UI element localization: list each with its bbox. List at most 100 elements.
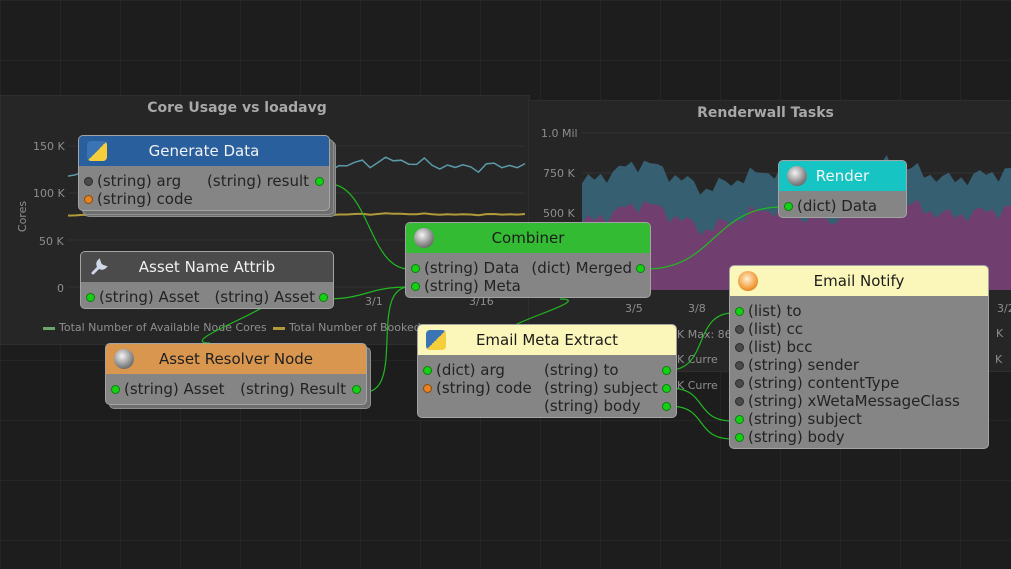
port-row: (string) contentType <box>730 374 988 392</box>
port-row: (string) subject <box>730 410 988 428</box>
sphere-icon <box>787 166 807 186</box>
port-row: (string) Data (dict) Merged <box>406 259 650 277</box>
node-title: Combiner <box>491 229 565 247</box>
port-label: (string) xWetaMessageClass <box>748 392 960 410</box>
output-port[interactable] <box>315 177 324 186</box>
port-label: (string) Asset <box>99 288 200 306</box>
port-label: (string) Result <box>240 380 346 398</box>
port-row: (list) to <box>730 302 988 320</box>
node-header[interactable]: Combiner <box>406 223 650 253</box>
input-port[interactable] <box>735 379 744 388</box>
input-port[interactable] <box>86 293 95 302</box>
port-label: (dict) Merged <box>531 259 632 277</box>
port-label: (string) code <box>97 190 193 208</box>
output-port[interactable] <box>319 293 328 302</box>
port-row: (string) code (string) subject <box>418 379 676 397</box>
port-label: (list) cc <box>748 320 803 338</box>
node-header[interactable]: Generate Data <box>79 136 329 166</box>
port-label: (string) body <box>748 428 845 446</box>
node-header[interactable]: Asset Name Attrib <box>81 252 333 282</box>
input-port[interactable] <box>735 325 744 334</box>
asset-name-attrib-node[interactable]: Asset Name Attrib (string) Asset (string… <box>80 251 334 309</box>
port-row: (string) body <box>418 397 676 415</box>
port-label: (string) result <box>207 172 309 190</box>
port-label: (string) Data <box>424 259 520 277</box>
generate-data-node[interactable]: Generate Data (string) arg (string) resu… <box>78 135 330 211</box>
input-port[interactable] <box>735 343 744 352</box>
port-row: (string) body <box>730 428 988 446</box>
connection-wire <box>668 387 734 422</box>
input-port[interactable] <box>84 195 93 204</box>
input-port[interactable] <box>735 397 744 406</box>
input-port[interactable] <box>423 366 432 375</box>
node-header[interactable]: Asset Resolver Node <box>106 344 366 374</box>
connection-wire <box>645 206 783 270</box>
input-port[interactable] <box>111 385 120 394</box>
mail-icon <box>738 271 758 291</box>
node-header[interactable]: Email Meta Extract <box>418 325 676 355</box>
output-port[interactable] <box>662 366 671 375</box>
port-row: (list) cc <box>730 320 988 338</box>
port-label: (string) subject <box>748 410 862 428</box>
input-port[interactable] <box>411 264 420 273</box>
port-label: (list) bcc <box>748 338 813 356</box>
port-row: (string) Asset (string) Result <box>106 380 366 398</box>
combiner-node[interactable]: Combiner (string) Data (dict) Merged (st… <box>405 222 651 298</box>
output-port[interactable] <box>662 402 671 411</box>
input-port[interactable] <box>735 307 744 316</box>
input-port[interactable] <box>735 415 744 424</box>
port-label: (string) contentType <box>748 374 900 392</box>
output-port[interactable] <box>636 264 645 273</box>
port-label: (string) Meta <box>424 277 521 295</box>
port-label: (string) arg <box>97 172 182 190</box>
python-icon <box>87 141 107 161</box>
port-label: (list) to <box>748 302 802 320</box>
port-row: (string) arg (string) result <box>79 172 329 190</box>
port-row: (string) code <box>79 190 329 208</box>
node-header[interactable]: Email Notify <box>730 266 988 296</box>
input-port[interactable] <box>411 282 420 291</box>
port-label: (string) to <box>544 361 619 379</box>
port-label: (string) Asset <box>214 288 315 306</box>
render-node[interactable]: Render (dict) Data <box>778 160 907 218</box>
port-label: (dict) Data <box>797 197 878 215</box>
port-row: (string) Meta <box>406 277 650 295</box>
asset-resolver-node[interactable]: Asset Resolver Node (string) Asset (stri… <box>105 343 367 405</box>
port-row: (string) Asset (string) Asset <box>81 288 333 306</box>
node-title: Asset Name Attrib <box>138 258 276 276</box>
port-row: (dict) arg (string) to <box>418 361 676 379</box>
sphere-icon <box>414 228 434 248</box>
sphere-icon <box>114 349 134 369</box>
port-label: (string) sender <box>748 356 859 374</box>
port-label: (string) code <box>436 379 532 397</box>
node-graph-canvas[interactable]: Core Usage vs loadavg Cores 150 K 100 K … <box>0 0 1011 569</box>
wrench-icon <box>89 257 109 277</box>
connection-wire <box>668 405 734 440</box>
input-port[interactable] <box>784 202 793 211</box>
node-title: Render <box>815 167 870 185</box>
connection-wire <box>328 183 410 270</box>
input-port[interactable] <box>84 177 93 186</box>
port-row: (string) xWetaMessageClass <box>730 392 988 410</box>
connection-wire <box>364 286 410 393</box>
port-label: (dict) arg <box>436 361 505 379</box>
connection-wire <box>668 312 734 371</box>
port-label: (string) Asset <box>124 380 225 398</box>
node-header[interactable]: Render <box>779 161 906 191</box>
node-title: Generate Data <box>148 142 260 160</box>
node-title: Email Notify <box>813 272 905 290</box>
port-label: (string) subject <box>544 379 658 397</box>
output-port[interactable] <box>352 385 361 394</box>
output-port[interactable] <box>662 384 671 393</box>
port-row: (list) bcc <box>730 338 988 356</box>
email-meta-extract-node[interactable]: Email Meta Extract (dict) arg (string) t… <box>417 324 677 418</box>
port-row: (string) sender <box>730 356 988 374</box>
input-port[interactable] <box>735 433 744 442</box>
python-icon <box>426 330 446 350</box>
node-title: Email Meta Extract <box>475 331 619 349</box>
port-label: (string) body <box>544 397 641 415</box>
email-notify-node[interactable]: Email Notify (list) to (list) cc (list) … <box>729 265 989 449</box>
input-port[interactable] <box>735 361 744 370</box>
input-port[interactable] <box>423 384 432 393</box>
node-title: Asset Resolver Node <box>158 350 314 368</box>
